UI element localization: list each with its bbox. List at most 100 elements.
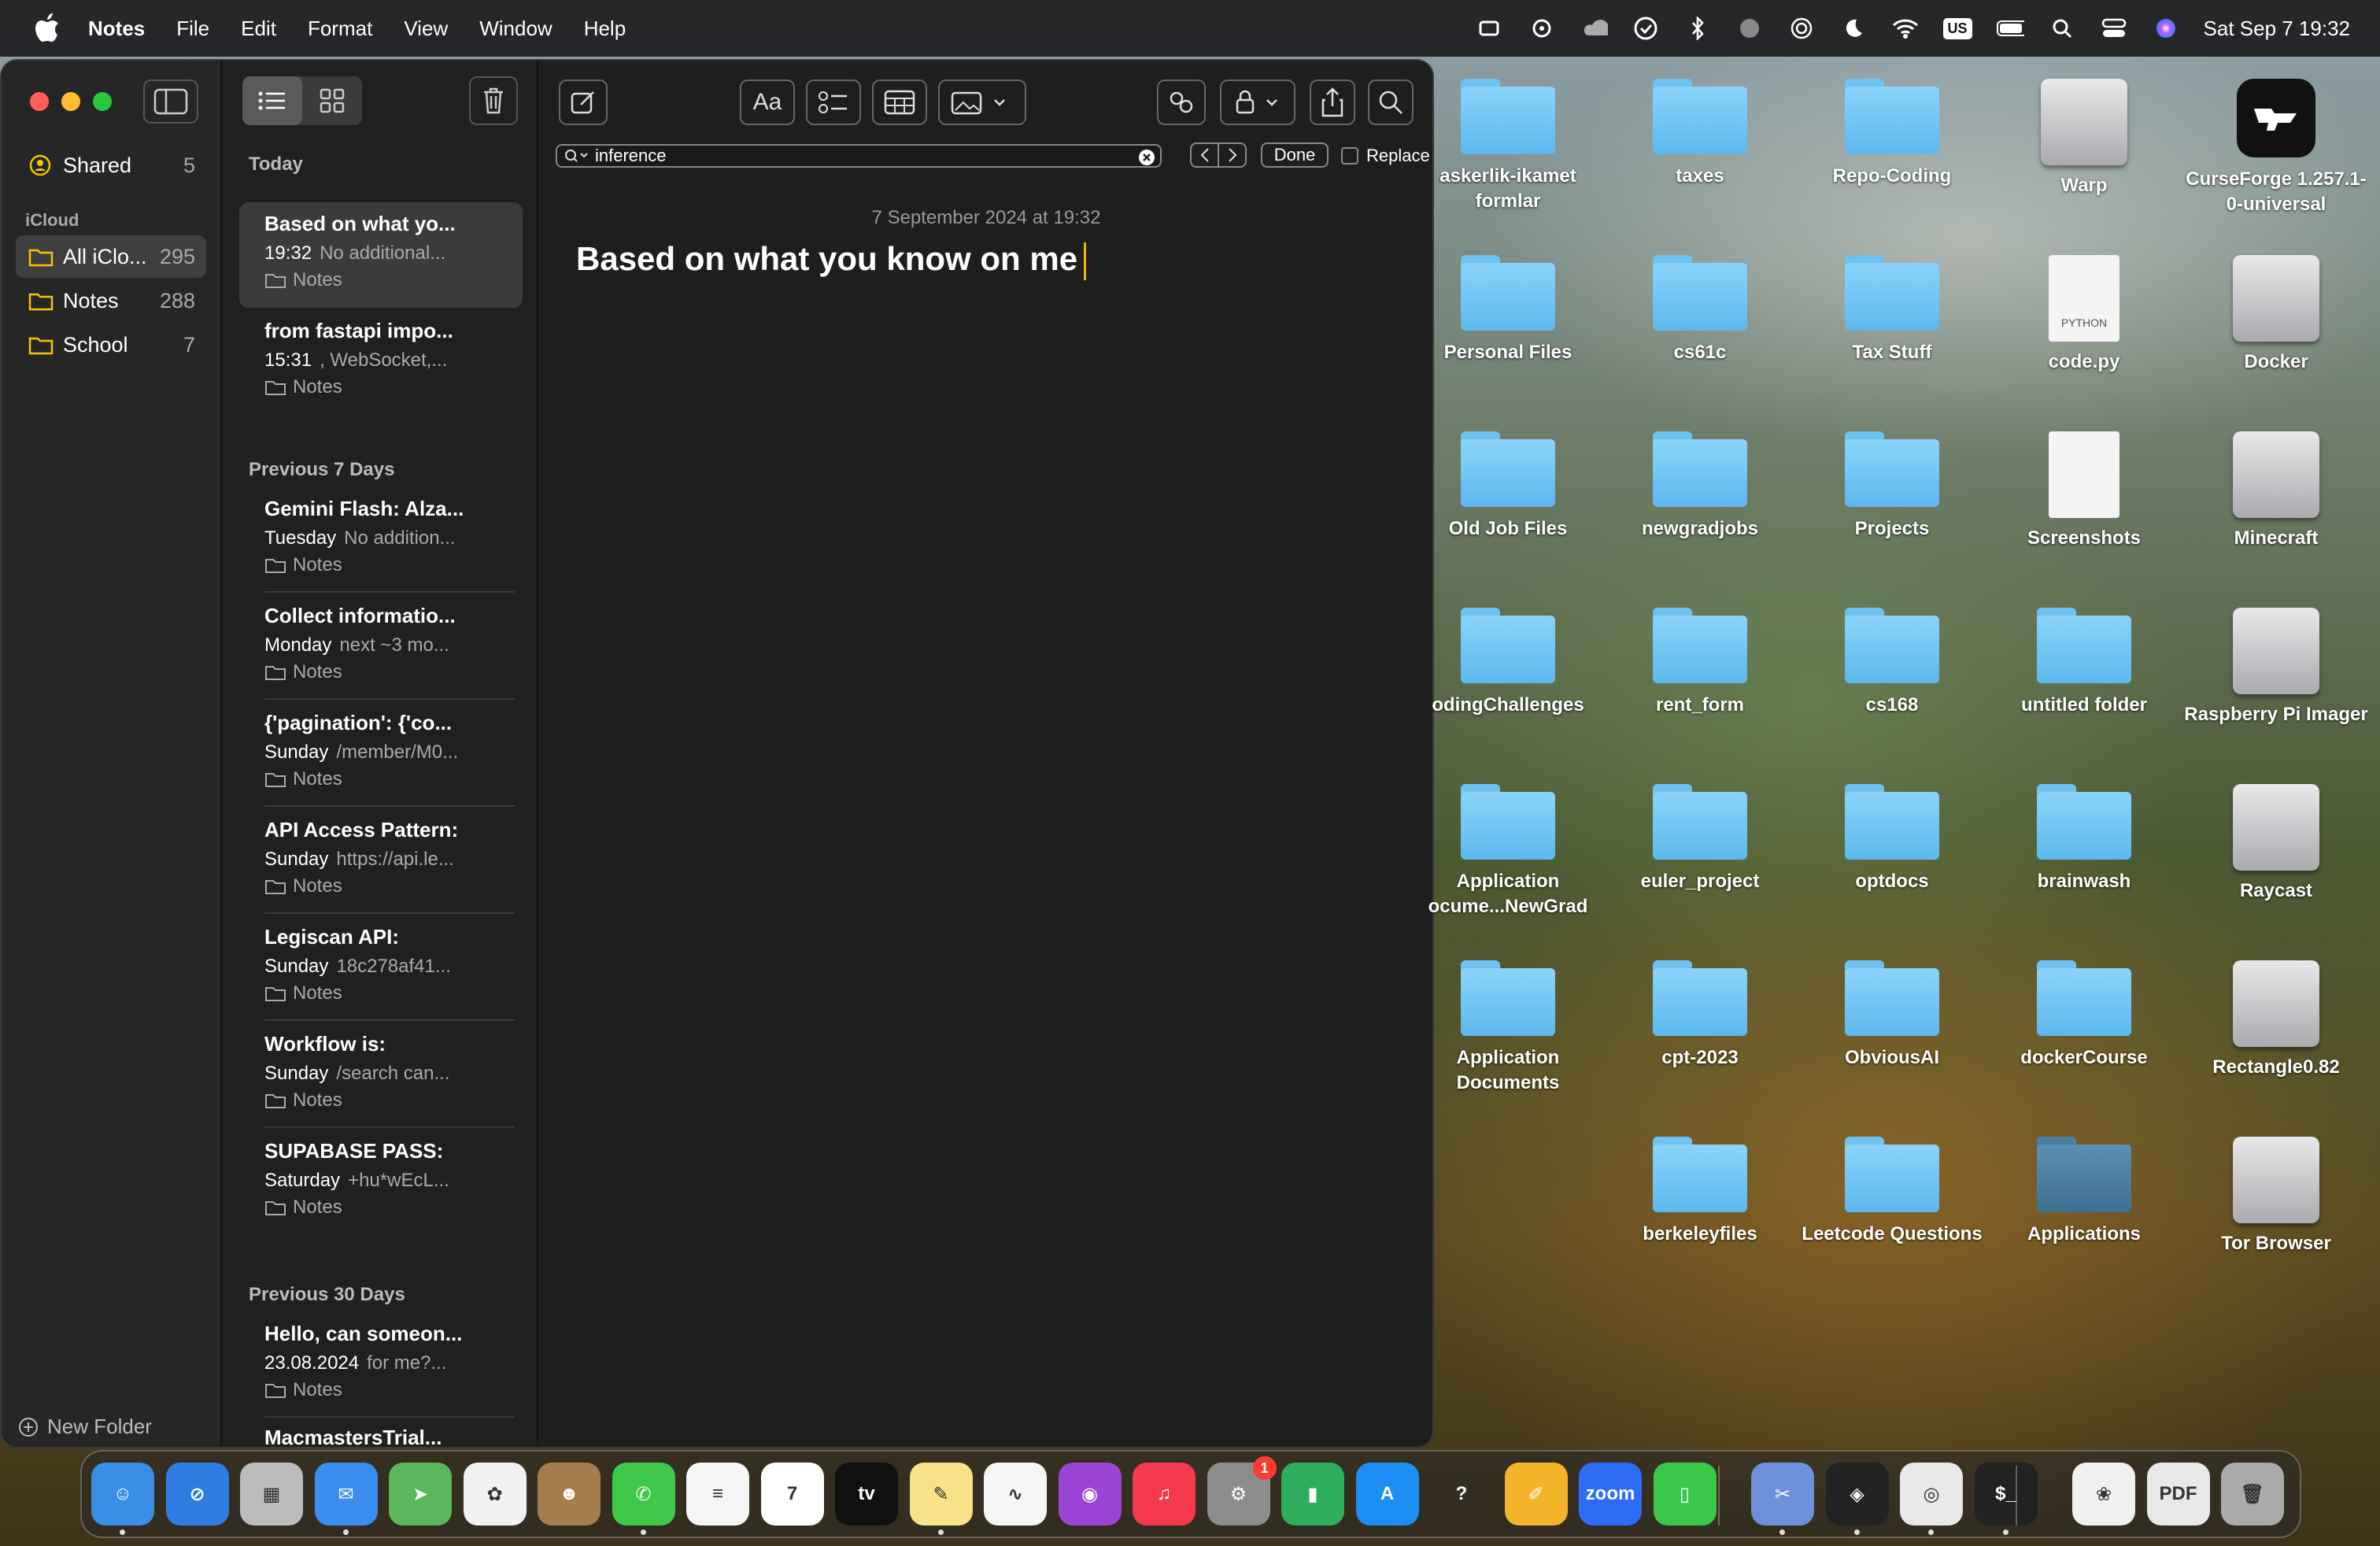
menu-file[interactable]: File: [176, 17, 209, 41]
desktop-item[interactable]: Warp: [1990, 79, 2179, 198]
safari-icon[interactable]: ⊘: [165, 1463, 229, 1526]
menu-edit[interactable]: Edit: [241, 17, 276, 41]
desktop-item[interactable]: ObviousAI: [1798, 960, 1986, 1071]
desktop-item[interactable]: odingChallenges: [1414, 608, 1602, 718]
pdf-icon[interactable]: PDF: [2146, 1463, 2210, 1526]
desktop-item[interactable]: rent_form: [1606, 608, 1794, 718]
battery-icon[interactable]: [1996, 14, 2024, 43]
desktop-item[interactable]: Raycast: [2182, 784, 2371, 904]
zoom-window-button[interactable]: [93, 92, 112, 111]
mail-icon[interactable]: ✉: [314, 1463, 378, 1535]
menu-view[interactable]: View: [404, 17, 448, 41]
finder-icon[interactable]: ☺: [91, 1463, 154, 1535]
find-input[interactable]: inference: [556, 144, 1162, 168]
media-button[interactable]: [938, 80, 1026, 125]
gallery-view-button[interactable]: [302, 76, 362, 125]
calendar-icon[interactable]: 7: [760, 1463, 824, 1526]
delete-note-button[interactable]: [469, 76, 518, 125]
trash-icon[interactable]: 🗑: [2221, 1463, 2284, 1526]
desktop-item[interactable]: Leetcode Questions: [1798, 1137, 1986, 1247]
note-list-item[interactable]: Legiscan API: Sunday 18c278af41... Notes: [239, 915, 523, 1021]
apple-menu-icon[interactable]: [30, 11, 65, 46]
desktop-item[interactable]: Docker: [2182, 255, 2371, 375]
checklist-button[interactable]: [806, 80, 861, 125]
replace-checkbox[interactable]: [1341, 147, 1358, 165]
search-button[interactable]: [1368, 80, 1414, 125]
collaborate-button[interactable]: [1157, 80, 1206, 125]
maps-icon[interactable]: ➤: [389, 1463, 452, 1526]
desktop-item[interactable]: cs168: [1798, 608, 1986, 718]
note-list-item[interactable]: Gemini Flash: Alza... Tuesday No addition.…: [239, 487, 523, 593]
freeform-icon[interactable]: ∿: [984, 1463, 1047, 1526]
note-list-item[interactable]: {'pagination': {'co... Sunday/member/M0..…: [239, 701, 523, 807]
note-list-item[interactable]: MacmastersTrial...: [239, 1416, 523, 1447]
sidebar-item-school[interactable]: School 7: [16, 324, 206, 366]
close-window-button[interactable]: [30, 92, 49, 111]
menu-app-name[interactable]: Notes: [88, 17, 145, 41]
note-list-item[interactable]: SUPABASE PASS: Saturday +hu*wEcL... Notes: [239, 1130, 523, 1235]
menu-help[interactable]: Help: [584, 17, 626, 41]
desktop-item[interactable]: brainwash: [1990, 784, 2179, 894]
notes-icon[interactable]: ✎: [909, 1463, 973, 1535]
desktop-item[interactable]: Repo-Coding: [1798, 79, 1986, 189]
stage-manager-icon[interactable]: [1476, 14, 1504, 43]
numbers-icon[interactable]: ▮: [1281, 1463, 1344, 1526]
desktop-item[interactable]: Screenshots: [1990, 431, 2179, 551]
appletv-icon[interactable]: tv: [835, 1463, 898, 1526]
desktop-item[interactable]: Old Job Files: [1414, 431, 1602, 542]
wifi-icon[interactable]: [1891, 14, 1920, 43]
desktop-item[interactable]: Raspberry Pi Imager: [2182, 608, 2371, 727]
note-list-item[interactable]: Collect informatio... Monday next ~3 mo...…: [239, 594, 523, 700]
system-settings-icon[interactable]: ⚙ 1: [1207, 1456, 1277, 1526]
menu-window[interactable]: Window: [479, 17, 552, 41]
desktop-item[interactable]: Application Documents: [1414, 960, 1602, 1096]
siri-icon[interactable]: [2152, 14, 2180, 43]
search-options-icon[interactable]: [564, 147, 590, 165]
control-center-icon[interactable]: [2100, 14, 2128, 43]
desktop-item[interactable]: CurseForge 1.257.1-0-universal: [2182, 79, 2371, 217]
cloud-icon[interactable]: [1580, 14, 1608, 43]
new-folder-button[interactable]: New Folder: [17, 1415, 152, 1439]
ollama-icon[interactable]: ❀: [2072, 1463, 2135, 1526]
screen-time-icon[interactable]: [1632, 14, 1660, 43]
note-list-item[interactable]: from fastapi impo... 15:31 , WebSocket,...…: [239, 309, 523, 415]
menu-clock[interactable]: Sat Sep 7 19:32: [2204, 17, 2350, 41]
chrome-icon[interactable]: ◎: [1900, 1463, 1963, 1535]
desktop-item[interactable]: Application ocume...NewGrad: [1414, 784, 1602, 919]
spotlight-icon[interactable]: [2048, 14, 2076, 43]
find-next-button[interactable]: [1219, 144, 1245, 166]
unity-icon[interactable]: ◈: [1825, 1463, 1889, 1535]
desktop-item[interactable]: euler_project: [1606, 784, 1794, 894]
share-button[interactable]: [1310, 80, 1355, 125]
menu-format[interactable]: Format: [308, 17, 372, 41]
note-body[interactable]: Based on what you know on me: [576, 240, 1087, 280]
terminal-icon[interactable]: $_: [1974, 1463, 2038, 1535]
contacts-icon[interactable]: ☻: [538, 1463, 601, 1526]
compose-button[interactable]: [559, 80, 608, 125]
sidebar-item-shared[interactable]: Shared 5: [16, 144, 206, 187]
minimize-window-button[interactable]: [61, 92, 80, 111]
desktop-item[interactable]: Rectangle0.82: [2182, 960, 2371, 1080]
desktop-item[interactable]: Tor Browser: [2182, 1137, 2371, 1256]
launchpad-icon[interactable]: ▦: [240, 1463, 303, 1526]
preview-icon[interactable]: ✂: [1751, 1463, 1814, 1535]
table-button[interactable]: [872, 80, 927, 125]
desktop-item[interactable]: Personal Files: [1414, 255, 1602, 365]
messages-icon[interactable]: ✆: [612, 1463, 675, 1535]
find-done-button[interactable]: Done: [1261, 142, 1329, 168]
note-list-item[interactable]: Workflow is: Sunday/search can... Notes: [239, 1023, 523, 1128]
desktop-item[interactable]: Tax Stuff: [1798, 255, 1986, 365]
desktop-item[interactable]: dockerCourse: [1990, 960, 2179, 1071]
network-icon[interactable]: [1735, 14, 1764, 43]
note-list-item[interactable]: Hello, can someon... 23.08.2024 for me?...…: [239, 1312, 523, 1418]
reminders-icon[interactable]: ≡: [686, 1463, 749, 1526]
list-view-button[interactable]: [242, 76, 302, 125]
sidebar-item-notes[interactable]: Notes 288: [16, 279, 206, 322]
podcasts-icon[interactable]: ◉: [1058, 1463, 1122, 1526]
focus-moon-icon[interactable]: [1839, 14, 1868, 43]
desktop-item[interactable]: taxes: [1606, 79, 1794, 189]
desktop-item[interactable]: Projects: [1798, 431, 1986, 542]
clear-search-icon[interactable]: [1138, 149, 1155, 166]
note-list-item[interactable]: API Access Pattern: Sunday https://api.le.…: [239, 808, 523, 914]
keyboard-input-icon[interactable]: US: [1942, 17, 1972, 39]
